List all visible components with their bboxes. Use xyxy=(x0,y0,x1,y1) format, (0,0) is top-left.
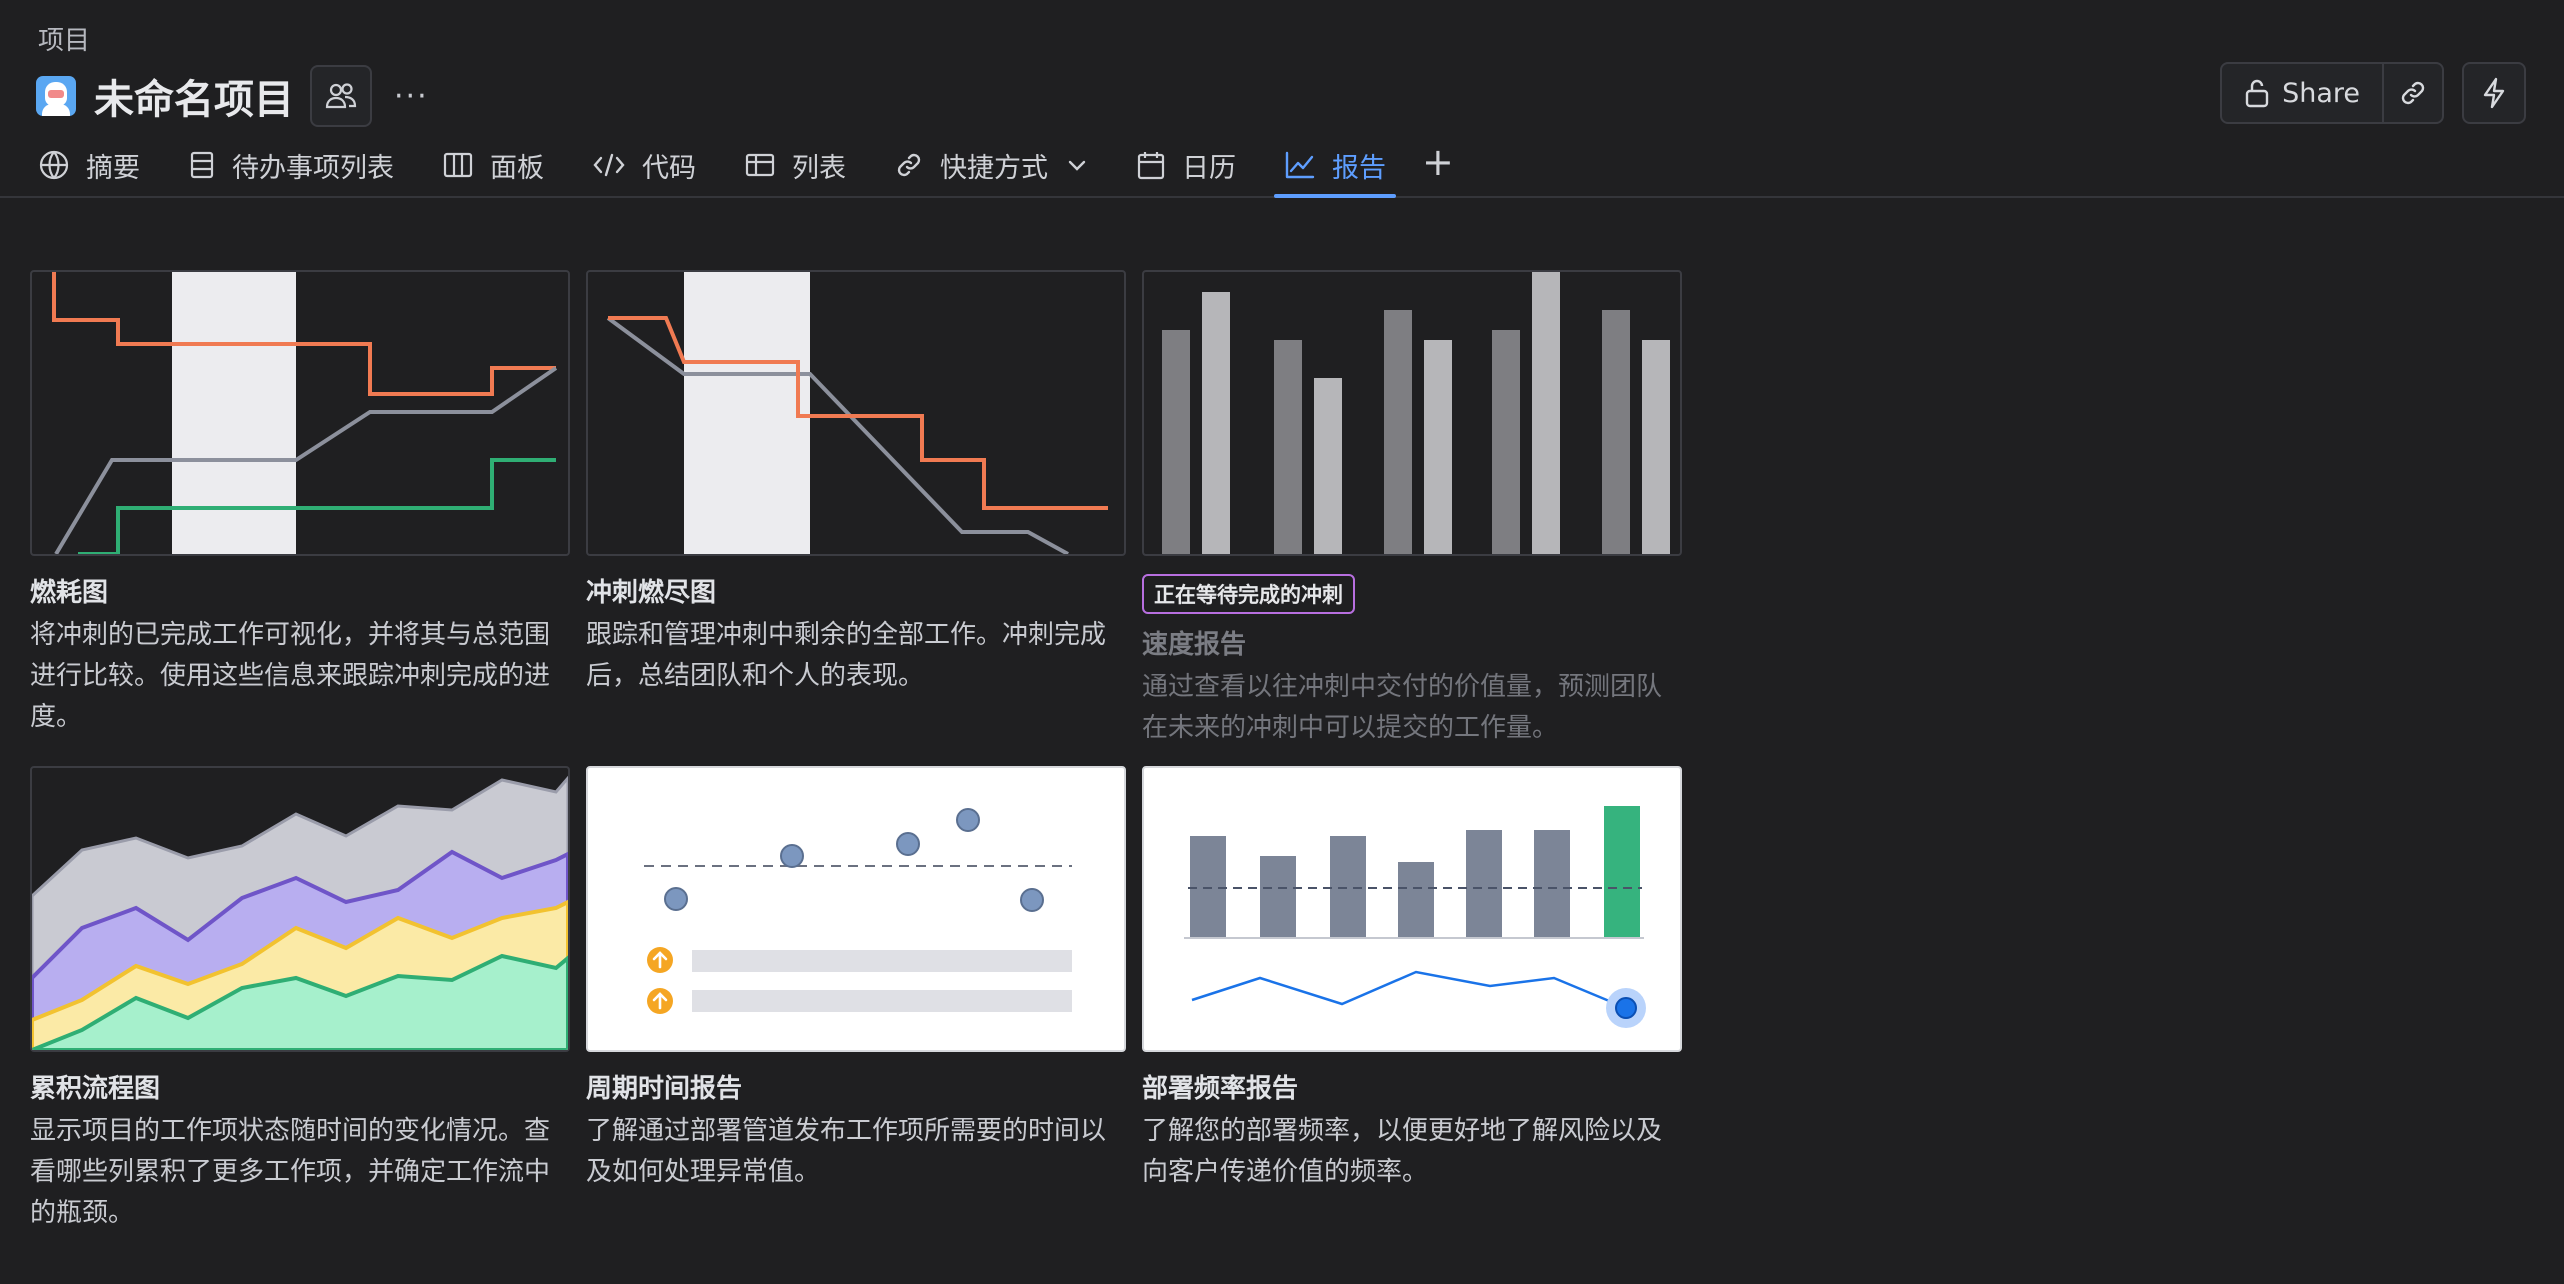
tab-summary[interactable]: 摘要 xyxy=(38,140,140,190)
link-icon xyxy=(2401,81,2425,105)
people-icon xyxy=(325,83,357,109)
report-card-velocity: 正在等待完成的冲刺 速度报告 通过查看以往冲刺中交付的价值量，预测团队在未来的冲… xyxy=(1142,270,1682,749)
tab-calendar[interactable]: 日历 xyxy=(1136,140,1236,190)
report-description: 跟踪和管理冲刺中剩余的全部工作。冲刺完成后，总结团队和个人的表现。 xyxy=(586,620,1107,691)
tab-label: 报告 xyxy=(1332,152,1386,184)
lightning-icon xyxy=(2483,77,2505,109)
tab-reports[interactable]: 报告 xyxy=(1274,140,1396,198)
tab-board[interactable]: 面板 xyxy=(442,140,544,190)
report-card-cycle-time[interactable]: 周期时间报告 了解通过部署管道发布工作项所需要的时间以及如何处理异常值。 xyxy=(586,766,1126,1193)
report-card-cumulative-flow[interactable]: 累积流程图 显示项目的工作项状态随时间的变化情况。查看哪些列累积了更多工作项，并… xyxy=(30,766,570,1234)
calendar-icon xyxy=(1137,152,1165,180)
report-card-burndown[interactable]: 冲刺燃尽图 跟踪和管理冲刺中剩余的全部工作。冲刺完成后，总结团队和个人的表现。 xyxy=(586,270,1126,697)
burndown-thumbnail xyxy=(586,270,1126,556)
more-actions-button[interactable]: ··· xyxy=(394,79,429,114)
copy-link-button[interactable] xyxy=(2384,64,2442,122)
tab-list[interactable]: 列表 xyxy=(744,140,846,190)
page-title[interactable]: 未命名项目 xyxy=(94,67,294,125)
deployment-frequency-thumbnail xyxy=(1142,766,1682,1052)
tab-backlog[interactable]: 待办事项列表 xyxy=(188,140,394,190)
project-avatar[interactable] xyxy=(36,76,76,116)
list-icon xyxy=(745,153,775,177)
header-actions: Share xyxy=(2220,62,2526,124)
tab-shortcuts[interactable]: 快捷方式 xyxy=(894,140,1088,190)
chart-line-icon xyxy=(1285,151,1315,179)
tab-label: 摘要 xyxy=(86,152,140,184)
report-title: 周期时间报告 xyxy=(586,1074,743,1104)
report-title: 燃耗图 xyxy=(30,578,109,608)
breadcrumb[interactable]: 项目 xyxy=(38,20,90,57)
add-tab-button[interactable]: + xyxy=(1422,140,1454,190)
unlock-icon xyxy=(2245,79,2269,108)
report-description: 了解您的部署频率，以便更好地了解风险以及向客户传递价值的频率。 xyxy=(1142,1116,1663,1187)
globe-icon xyxy=(39,150,69,180)
chevron-down-icon[interactable] xyxy=(1066,154,1088,176)
status-badge: 正在等待完成的冲刺 xyxy=(1142,574,1355,614)
report-description: 将冲刺的已完成工作可视化，并将其与总范围进行比较。使用这些信息来跟踪冲刺完成的进… xyxy=(30,620,551,732)
report-description: 了解通过部署管道发布工作项所需要的时间以及如何处理异常值。 xyxy=(586,1116,1107,1187)
report-title: 速度报告 xyxy=(1142,630,1247,660)
automation-button[interactable] xyxy=(2462,62,2526,124)
tab-label: 快捷方式 xyxy=(940,152,1048,184)
cumulative-flow-thumbnail xyxy=(30,766,570,1052)
tab-label: 面板 xyxy=(490,152,544,184)
burnup-thumbnail xyxy=(30,270,570,556)
project-header: 项目 未命名项目 ··· Share 摘要 待办事项列表 面板 代码 列表 快捷… xyxy=(0,0,2564,198)
project-tabs: 摘要 待办事项列表 面板 代码 列表 快捷方式 日历 报告 + xyxy=(38,140,1454,198)
tab-code[interactable]: 代码 xyxy=(592,140,696,190)
report-description: 显示项目的工作项状态随时间的变化情况。查看哪些列累积了更多工作项，并确定工作流中… xyxy=(30,1116,551,1228)
report-title: 冲刺燃尽图 xyxy=(586,578,717,608)
tab-label: 待办事项列表 xyxy=(232,152,394,184)
report-title: 部署频率报告 xyxy=(1142,1074,1299,1104)
tab-label: 日历 xyxy=(1182,152,1236,184)
share-label: Share xyxy=(2282,77,2360,109)
code-icon xyxy=(593,153,625,177)
report-card-deployment-frequency[interactable]: 部署频率报告 了解您的部署频率，以便更好地了解风险以及向客户传递价值的频率。 xyxy=(1142,766,1682,1193)
report-card-burnup[interactable]: 燃耗图 将冲刺的已完成工作可视化，并将其与总范围进行比较。使用这些信息来跟踪冲刺… xyxy=(30,270,570,738)
board-icon xyxy=(443,152,473,178)
share-button[interactable]: Share xyxy=(2222,64,2384,122)
team-button[interactable] xyxy=(310,65,372,127)
title-row: 未命名项目 ··· xyxy=(36,65,429,127)
tab-label: 代码 xyxy=(642,152,696,184)
cycle-time-thumbnail xyxy=(586,766,1126,1052)
report-description: 通过查看以往冲刺中交付的价值量，预测团队在未来的冲刺中可以提交的工作量。 xyxy=(1142,672,1663,743)
backlog-icon xyxy=(190,151,214,179)
link-icon xyxy=(897,153,921,177)
tab-label: 列表 xyxy=(792,152,846,184)
report-title: 累积流程图 xyxy=(30,1074,161,1104)
share-group: Share xyxy=(2220,62,2444,124)
velocity-thumbnail xyxy=(1142,270,1682,556)
